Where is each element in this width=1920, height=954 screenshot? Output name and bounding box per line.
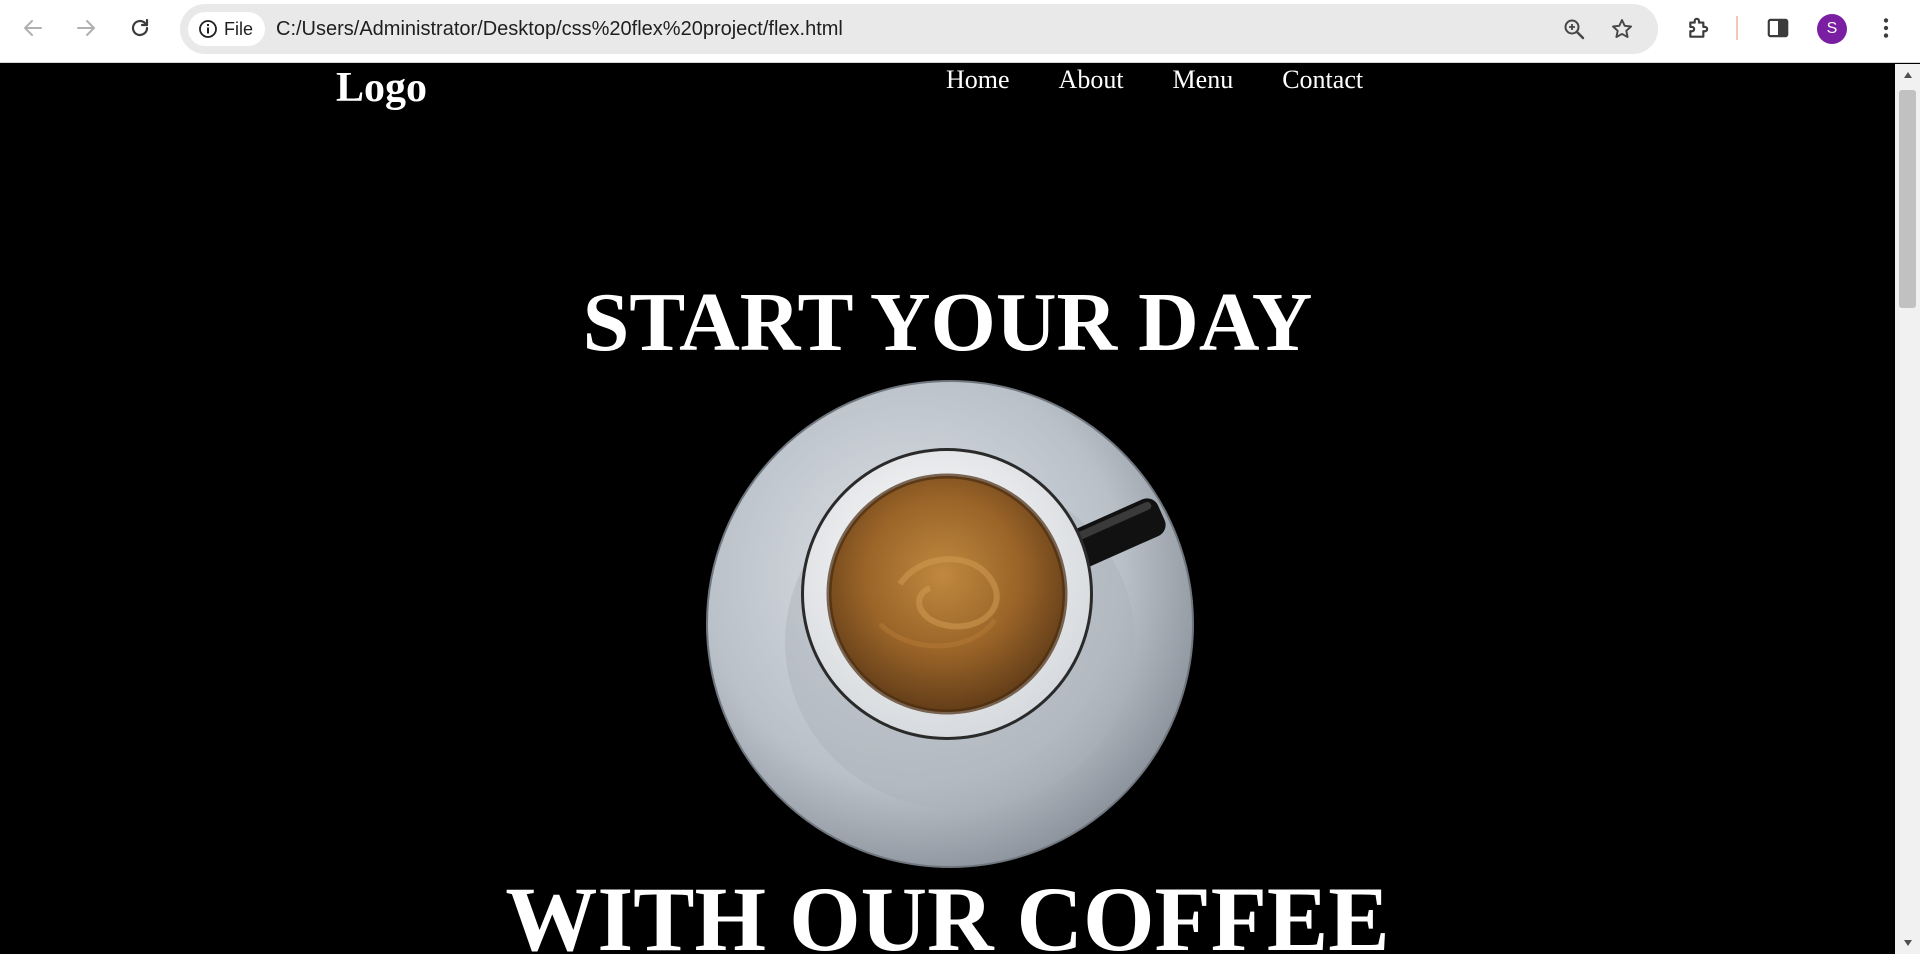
puzzle-icon [1689, 17, 1709, 38]
coffee-cup-image [706, 380, 1194, 868]
reload-button[interactable] [122, 10, 158, 46]
kebab-menu-icon [1883, 18, 1889, 38]
zoom-button[interactable] [1560, 15, 1588, 43]
star-icon [1612, 19, 1632, 38]
hero-title-bottom: WITH OUR COFFEE [505, 868, 1390, 954]
toolbar-divider [1736, 16, 1738, 40]
arrow-right-icon [77, 20, 95, 36]
side-panel-button[interactable] [1762, 12, 1794, 44]
page-viewport: Logo Home About Menu Contact START YOUR … [0, 64, 1895, 954]
triangle-up-icon [1903, 72, 1912, 78]
scroll-up-button[interactable] [1895, 64, 1920, 86]
side-panel-icon [1767, 18, 1789, 38]
extensions-button[interactable] [1683, 12, 1715, 44]
address-bar[interactable]: File C:/Users/Administrator/Desktop/css%… [180, 4, 1658, 54]
triangle-down-icon [1903, 940, 1912, 946]
scroll-thumb[interactable] [1899, 90, 1916, 308]
browser-menu-button[interactable] [1870, 12, 1902, 44]
browser-toolbar: File C:/Users/Administrator/Desktop/css%… [0, 0, 1920, 63]
hero-title-top: START YOUR DAY [582, 276, 1313, 369]
nav-link-home[interactable]: Home [946, 64, 1010, 96]
profile-avatar[interactable]: S [1817, 14, 1847, 44]
zoom-icon [1564, 19, 1585, 40]
site-nav: Home About Menu Contact [946, 64, 1363, 96]
nav-link-contact[interactable]: Contact [1282, 64, 1363, 96]
forward-button[interactable] [68, 10, 104, 46]
vertical-scrollbar[interactable] [1895, 64, 1920, 954]
site-info-chip[interactable]: File [188, 12, 266, 46]
url-text[interactable]: C:/Users/Administrator/Desktop/css%20fle… [276, 4, 843, 54]
profile-initial: S [1826, 20, 1838, 37]
reload-icon [131, 18, 149, 37]
nav-link-menu[interactable]: Menu [1173, 64, 1234, 96]
info-icon [199, 20, 217, 38]
back-button[interactable] [15, 10, 51, 46]
arrow-left-icon [24, 20, 42, 36]
site-info-label: File [224, 18, 254, 39]
scroll-down-button[interactable] [1895, 932, 1920, 954]
nav-link-about[interactable]: About [1059, 64, 1124, 96]
site-logo[interactable]: Logo [336, 64, 427, 112]
bookmark-button[interactable] [1608, 15, 1636, 43]
